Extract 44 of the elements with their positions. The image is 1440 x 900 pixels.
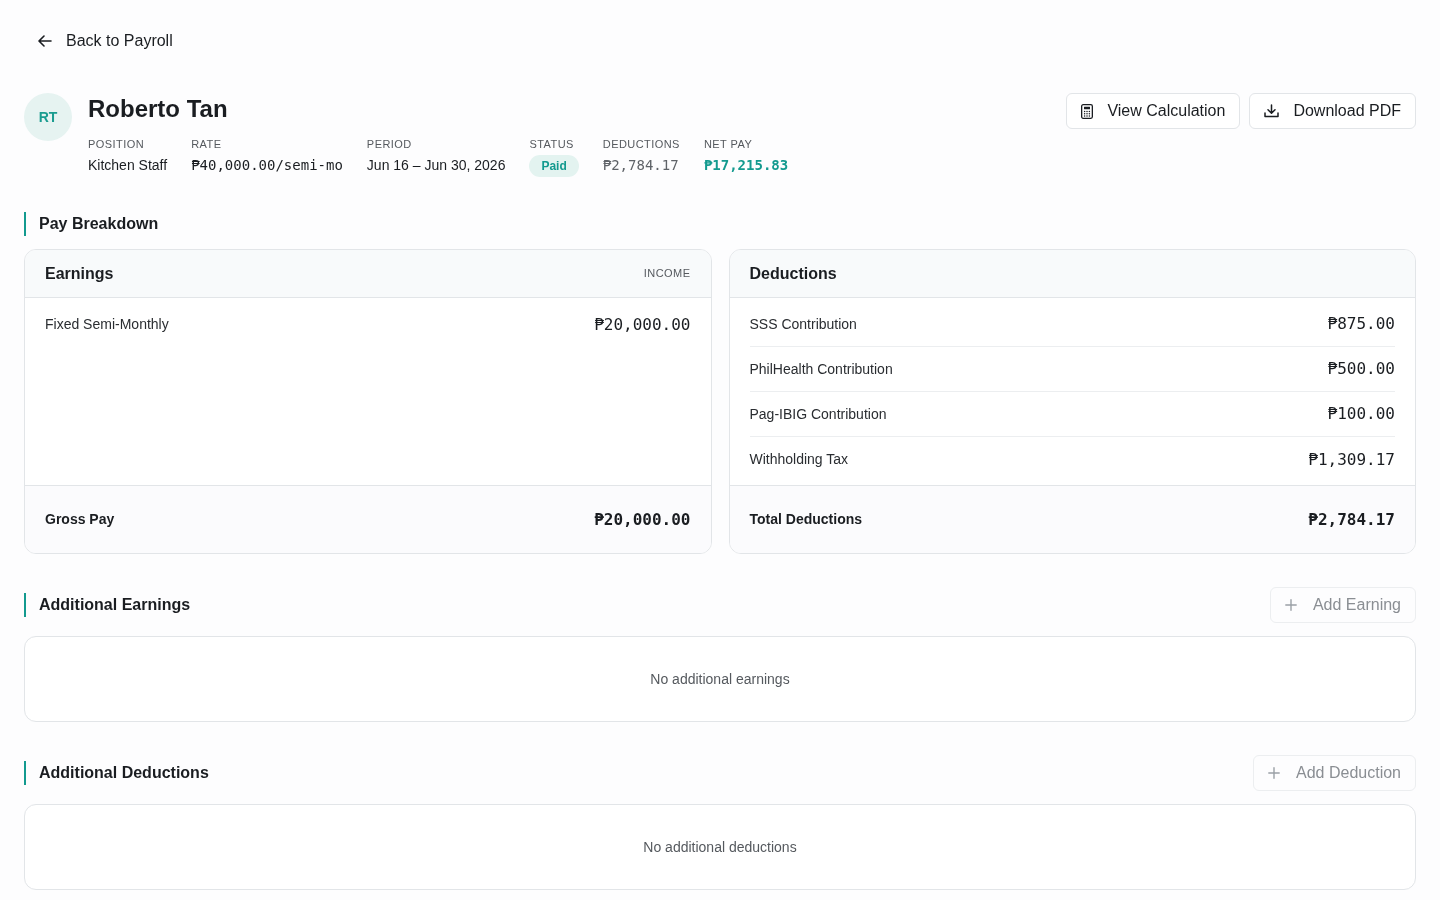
empty-state-text: No additional earnings [650, 669, 790, 689]
line-item-amount: ₱500.00 [1327, 358, 1395, 380]
section-title: Additional Deductions [39, 763, 209, 783]
status-badge: Paid [529, 155, 579, 177]
empty-state-text: No additional deductions [643, 837, 797, 857]
line-item-label: Withholding Tax [749, 450, 849, 469]
field-value: ₱2,784.17 [602, 156, 679, 175]
employee-name: Roberto Tan [88, 94, 228, 124]
card-title: Earnings [45, 263, 114, 284]
total-label: Gross Pay [45, 510, 115, 529]
field-label: PERIOD [366, 137, 412, 152]
field-value: ₱40,000.00/semi-mo [191, 156, 343, 175]
avatar: RT [24, 93, 72, 141]
field-label: POSITION [88, 137, 145, 152]
card-tag: INCOME [643, 265, 691, 282]
download-icon [1264, 104, 1280, 118]
field-label: NET PAY [703, 137, 753, 152]
back-link[interactable]: Back to Payroll [38, 29, 173, 53]
line-item-amount: ₱100.00 [1327, 403, 1395, 425]
calculator-icon [1081, 103, 1094, 119]
field-value: Kitchen Staff [88, 156, 168, 175]
field-label: DEDUCTIONS [602, 137, 680, 152]
line-item-amount: ₱1,309.17 [1308, 448, 1395, 471]
line-item-label: PhilHealth Contribution [749, 359, 893, 379]
section-title: Pay Breakdown [39, 214, 159, 234]
field-label: STATUS [529, 137, 574, 152]
arrow-left-icon [38, 35, 52, 47]
line-item-amount: ₱875.00 [1327, 313, 1395, 335]
card-title: Deductions [749, 263, 837, 284]
section-title: Additional Earnings [39, 595, 191, 615]
plus-icon [1268, 767, 1281, 779]
field-value: Jun 16 – Jun 30, 2026 [366, 156, 506, 175]
field-label: RATE [191, 137, 222, 152]
plus-icon [1284, 599, 1297, 611]
download-pdf-button[interactable]: Download PDF [1249, 93, 1416, 129]
total-amount: ₱20,000.00 [594, 508, 691, 531]
line-item-amount: ₱20,000.00 [594, 313, 691, 336]
line-item-label: Pag-IBIG Contribution [749, 404, 887, 424]
total-label: Total Deductions [749, 510, 863, 529]
line-item-label: Fixed Semi-Monthly [45, 315, 169, 334]
line-item-label: SSS Contribution [749, 314, 857, 334]
field-value: ₱17,215.83 [703, 156, 789, 175]
total-amount: ₱2,784.17 [1308, 508, 1395, 531]
view-calculation-button[interactable]: View Calculation [1066, 93, 1241, 129]
